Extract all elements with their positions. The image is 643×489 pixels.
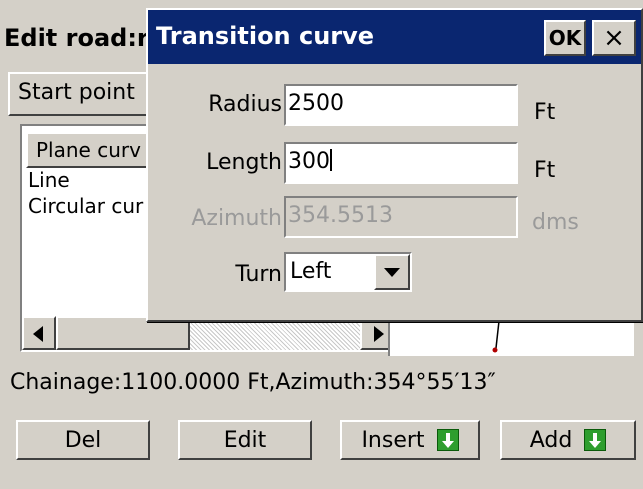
text-cursor [330, 149, 332, 171]
list-item[interactable]: Line [28, 168, 70, 192]
azimuth-input: 354.5513 [284, 196, 518, 238]
edit-button[interactable]: Edit [178, 420, 312, 460]
add-button[interactable]: Add [500, 420, 636, 460]
down-arrow-icon [584, 429, 607, 451]
radius-unit: Ft [534, 100, 556, 125]
length-value: 300 [288, 149, 330, 174]
close-button[interactable]: × [592, 20, 636, 56]
add-button-label: Add [529, 427, 573, 453]
radius-input[interactable]: 2500 [284, 84, 518, 126]
insert-button-label: Insert [361, 427, 425, 453]
turn-dropdown-button[interactable] [374, 254, 410, 290]
chevron-down-icon [384, 268, 400, 277]
ok-button-label: OK [548, 26, 582, 50]
radius-label: Radius [208, 92, 282, 117]
del-button[interactable]: Del [16, 420, 150, 460]
close-icon: × [603, 23, 625, 53]
turn-selected-value: Left [290, 259, 332, 284]
start-point-button[interactable]: Start point [8, 72, 168, 116]
dialog-title: Transition curve [156, 22, 375, 50]
ok-button[interactable]: OK [544, 20, 586, 56]
arrow-left-icon [33, 326, 43, 342]
chainage-status-text: Chainage:1100.0000 Ft,Azimuth:354°55′13″ [10, 370, 496, 395]
insert-button[interactable]: Insert [340, 420, 480, 460]
list-item[interactable]: Circular cur [28, 194, 143, 218]
length-label: Length [206, 150, 282, 175]
del-button-label: Del [64, 427, 102, 453]
arrow-right-icon [374, 326, 384, 342]
edit-button-label: Edit [223, 427, 267, 453]
turn-label: Turn [235, 262, 282, 287]
down-arrow-icon [436, 429, 459, 451]
edit-road-title: Edit road:r [4, 24, 149, 52]
scroll-left-button[interactable] [22, 316, 56, 350]
dialog-titlebar: Transition curve OK × [148, 10, 641, 64]
length-input[interactable]: 300 [284, 142, 518, 184]
length-unit: Ft [534, 158, 556, 183]
turn-dropdown[interactable]: Left [284, 252, 412, 292]
azimuth-unit: dms [532, 210, 579, 235]
transition-curve-dialog: Transition curve OK × Radius 2500 Ft Len… [146, 8, 643, 322]
azimuth-label: Azimuth [191, 206, 282, 231]
